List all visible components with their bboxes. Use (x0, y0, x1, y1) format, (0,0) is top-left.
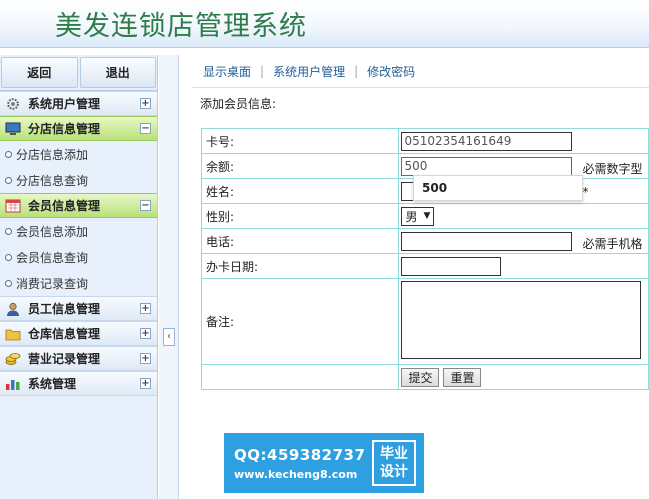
nav-change-password[interactable]: 修改密码 (367, 63, 415, 80)
sidebar-group-label: 分店信息管理 (28, 122, 101, 136)
date-label: 办卡日期: (200, 253, 400, 279)
watermark-banner: QQ:459382737 www.kecheng8.com 毕业 设计 (224, 433, 424, 493)
sidebar-item-branch-query[interactable]: 分店信息查询 (0, 167, 157, 193)
expand-icon[interactable]: + (140, 328, 151, 339)
sidebar: 返回 退出 系统用户管理 + 分店信息管理 − 分店信息添加 分店信息查询 会员… (0, 55, 158, 499)
form-row-notes: 备注: (200, 278, 649, 365)
watermark-badge-line2: 设计 (380, 464, 408, 480)
section-title: 添加会员信息: (200, 97, 277, 111)
sidebar-group-warehouse-info[interactable]: 仓库信息管理 + (0, 321, 157, 346)
watermark-badge: 毕业 设计 (372, 440, 416, 486)
nav-separator: | (354, 64, 359, 78)
gear-icon (7, 98, 19, 110)
phone-input[interactable] (401, 231, 573, 251)
reset-button[interactable]: 重置 (443, 367, 482, 387)
app-title: 美发连锁店管理系统 (55, 11, 307, 42)
notes-textarea[interactable] (401, 281, 642, 359)
sidebar-group-member-info[interactable]: 会员信息管理 − (0, 193, 157, 218)
card-label: 卡号: (200, 128, 400, 154)
watermark-qq: QQ:459382737 (234, 445, 366, 464)
balance-input[interactable] (401, 156, 573, 176)
balance-label: 余额: (200, 153, 400, 179)
folder-icon (5, 329, 21, 341)
expand-icon[interactable]: + (140, 303, 151, 314)
gender-value: 男 (405, 209, 418, 224)
dropdown-arrow-icon: ▼ (423, 211, 431, 221)
top-nav: 显示桌面 | 系统用户管理 | 修改密码 (192, 55, 649, 88)
sidebar-item-consumption-query[interactable]: 消费记录查询 (0, 270, 157, 296)
sidebar-item-branch-add[interactable]: 分店信息添加 (0, 141, 157, 167)
sidebar-group-system-admin[interactable]: 系统管理 + (0, 371, 157, 396)
user-icon (7, 302, 19, 316)
autocomplete-suggestion[interactable]: 500 (413, 175, 583, 201)
expand-icon[interactable]: + (140, 378, 151, 389)
calendar-icon (5, 199, 21, 213)
sidebar-group-label: 会员信息管理 (28, 199, 101, 213)
notes-label: 备注: (200, 278, 400, 365)
collapse-icon[interactable]: − (140, 123, 151, 134)
expand-icon[interactable]: + (140, 353, 151, 364)
watermark-badge-line1: 毕业 (380, 446, 408, 462)
sidebar-item-member-query[interactable]: 会员信息查询 (0, 244, 157, 270)
sidebar-collapse-bar: ‹ (159, 55, 179, 499)
sidebar-group-system-users[interactable]: 系统用户管理 + (0, 91, 157, 116)
sidebar-group-label: 营业记录管理 (28, 352, 101, 366)
name-label: 姓名: (200, 178, 400, 204)
watermark-url: www.kecheng8.com (234, 467, 358, 481)
nav-system-users[interactable]: 系统用户管理 (273, 63, 345, 80)
monitor-icon (5, 122, 21, 135)
card-date-input[interactable] (401, 256, 502, 276)
sidebar-item-member-add[interactable]: 会员信息添加 (0, 218, 157, 244)
balance-hint: 必需数字型 (582, 162, 643, 176)
collapse-icon[interactable]: − (140, 200, 151, 211)
card-number-input[interactable] (401, 131, 573, 151)
coins-icon (5, 353, 21, 365)
member-form-table: 卡号: 余额: 必需数字型 姓名: * 性别: 男▼ 电话: (200, 128, 649, 390)
bar-chart-icon (6, 380, 20, 390)
expand-icon[interactable]: + (140, 98, 151, 109)
form-row-date: 办卡日期: (200, 253, 649, 279)
submit-button[interactable]: 提交 (401, 367, 440, 387)
logout-button[interactable]: 退出 (79, 57, 156, 88)
form-row-actions: 提交 重置 (200, 364, 649, 390)
phone-hint: 必需手机格 (582, 237, 643, 251)
sidebar-group-label: 系统用户管理 (28, 97, 101, 111)
sidebar-group-business-records[interactable]: 营业记录管理 + (0, 346, 157, 371)
sidebar-group-staff-info[interactable]: 员工信息管理 + (0, 296, 157, 321)
name-required-mark: * (582, 185, 589, 199)
back-button[interactable]: 返回 (1, 57, 78, 88)
nav-show-desktop[interactable]: 显示桌面 (203, 63, 251, 80)
gender-select[interactable]: 男 ▼ (401, 206, 435, 226)
gender-label: 性别: (200, 203, 400, 229)
sidebar-group-branch-info[interactable]: 分店信息管理 − (0, 116, 157, 141)
form-row-gender: 性别: 男 ▼ (200, 203, 649, 229)
sidebar-group-label: 员工信息管理 (28, 302, 101, 316)
nav-separator: | (260, 64, 265, 78)
form-row-phone: 电话: 必需手机格 (200, 228, 649, 254)
sidebar-group-label: 仓库信息管理 (28, 327, 101, 341)
collapse-sidebar-icon[interactable]: ‹ (163, 328, 175, 346)
form-row-card: 卡号: (200, 128, 649, 154)
sidebar-top-buttons: 返回 退出 (0, 55, 157, 91)
phone-label: 电话: (200, 228, 400, 254)
app-header: 美发连锁店管理系统 (0, 0, 649, 48)
sidebar-group-label: 系统管理 (28, 377, 77, 391)
